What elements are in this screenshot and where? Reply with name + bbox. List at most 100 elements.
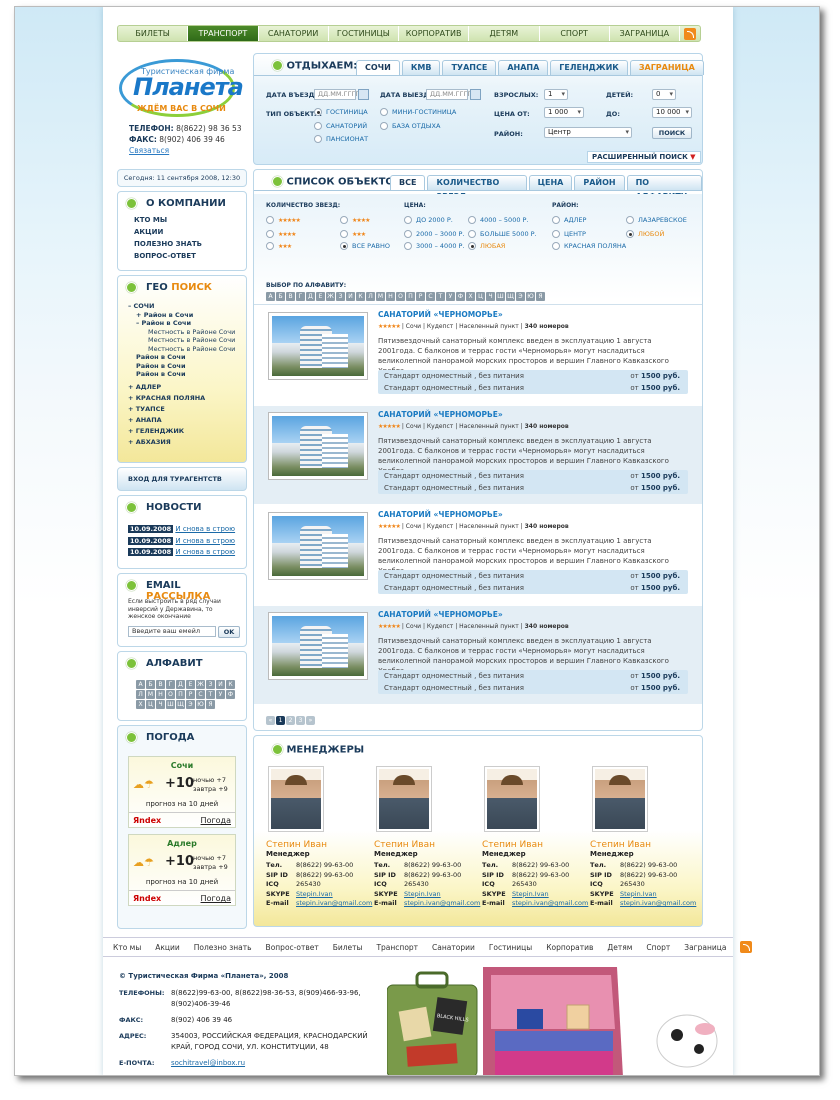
company-menu-item[interactable]: ВОПРОС-ОТВЕТ <box>118 250 246 262</box>
topnav-item[interactable]: БИЛЕТЫ <box>118 26 189 41</box>
news-link[interactable]: И снова в строю <box>175 525 235 533</box>
object-title[interactable]: САНАТОРИЙ «ЧЕРНОМОРЬЕ» <box>378 310 503 319</box>
alphabet-letter[interactable]: С <box>196 690 205 699</box>
rss-icon[interactable] <box>684 28 696 40</box>
destination-tab[interactable]: СОЧИ <box>356 60 400 75</box>
object-photo[interactable] <box>268 312 368 380</box>
price-radio[interactable]: БОЛЬШЕ 5000 Р. <box>468 230 537 238</box>
manager-skype-value[interactable]: Stepin.Ivan <box>512 890 549 900</box>
alpha-filter-letter[interactable]: С <box>426 292 435 301</box>
district-select[interactable]: Центр <box>544 127 632 138</box>
destination-tab[interactable]: ЗАГРАНИЦА <box>629 60 704 75</box>
alpha-filter-letter[interactable]: Л <box>366 292 375 301</box>
alpha-filter-letter[interactable]: П <box>406 292 415 301</box>
alphabet-letter[interactable]: Э <box>186 700 195 709</box>
footer-nav-link[interactable]: Билеты <box>333 943 363 952</box>
alpha-filter-letter[interactable]: Щ <box>506 292 515 301</box>
email-submit-button[interactable]: OK <box>218 626 240 638</box>
logo[interactable]: Туристическая фирма Планета ЖДЁМ ВАС В С… <box>119 59 244 117</box>
alpha-filter-letter[interactable]: Я <box>536 292 545 301</box>
geo-tree-item[interactable]: Местность в Районе Сочи <box>128 336 246 345</box>
date-in-input[interactable]: ДД.ММ.ГГГГ <box>314 89 359 100</box>
weather-link[interactable]: Погода <box>201 816 231 825</box>
price-row[interactable]: Стандарт одноместный , без питания от 150… <box>378 470 688 482</box>
alphabet-letter[interactable]: З <box>206 680 215 689</box>
alphabet-letter[interactable]: Е <box>186 680 195 689</box>
manager-name[interactable]: Степин Иван <box>590 840 690 850</box>
weather-link[interactable]: Погода <box>201 894 231 903</box>
alpha-filter-letter[interactable]: М <box>376 292 385 301</box>
alphabet-letter[interactable]: Ф <box>226 690 235 699</box>
alphabet-letter[interactable]: Ц <box>146 700 155 709</box>
manager-photo[interactable] <box>484 766 540 832</box>
price-radio[interactable]: ЛЮБАЯ <box>468 242 505 250</box>
contact-link[interactable]: Связаться <box>129 146 169 155</box>
manager-photo[interactable] <box>592 766 648 832</box>
footer-nav-link[interactable]: Санатории <box>432 943 475 952</box>
manager-email-link[interactable]: stepin.ivan@gmail.com <box>296 899 372 907</box>
geo-tree-item[interactable]: – Район в Сочи <box>128 319 246 328</box>
alphabet-letter[interactable]: М <box>146 690 155 699</box>
district-radio[interactable]: ЦЕНТР <box>552 230 586 238</box>
date-out-input[interactable]: ДД.ММ.ГГГГ <box>426 89 471 100</box>
district-radio[interactable]: ЛАЗАРЕВСКОЕ <box>626 216 687 224</box>
alphabet-letter[interactable]: Ю <box>196 700 205 709</box>
adults-select[interactable]: 1 <box>544 89 568 100</box>
price-radio[interactable]: ДО 2000 Р. <box>404 216 453 224</box>
alphabet-letter[interactable]: Г <box>166 680 175 689</box>
forecast-link[interactable]: прогноз на 10 дней <box>129 878 235 891</box>
alpha-filter-letter[interactable]: И <box>346 292 355 301</box>
news-link[interactable]: И снова в строю <box>175 537 235 545</box>
company-menu-item[interactable]: КТО МЫ <box>118 214 246 226</box>
company-menu-item[interactable]: АКЦИИ <box>118 226 246 238</box>
price-row[interactable]: Стандарт одноместный , без питания от 150… <box>378 570 688 582</box>
type-radio-mini-hotel[interactable]: МИНИ-ГОСТИНИЦА <box>380 108 456 116</box>
alphabet-letter[interactable]: Б <box>146 680 155 689</box>
alphabet-letter[interactable]: А <box>136 680 145 689</box>
footer-nav-link[interactable]: Заграница <box>684 943 726 952</box>
manager-skype-link[interactable]: Stepin.Ivan <box>512 890 549 898</box>
alphabet-letter[interactable]: Щ <box>176 700 185 709</box>
pager-page[interactable]: 3 <box>296 716 305 725</box>
alphabet-letter[interactable]: Ж <box>196 680 205 689</box>
alpha-filter-letter[interactable]: Э <box>516 292 525 301</box>
alphabet-letter[interactable]: Х <box>136 700 145 709</box>
object-title[interactable]: САНАТОРИЙ «ЧЕРНОМОРЬЕ» <box>378 610 503 619</box>
alpha-filter-letter[interactable]: Г <box>296 292 305 301</box>
stars-radio[interactable]: ★★★ <box>266 242 292 250</box>
stars-radio[interactable]: ★★★★ <box>266 230 296 238</box>
alpha-filter-letter[interactable]: О <box>396 292 405 301</box>
alphabet-letter[interactable]: У <box>216 690 225 699</box>
manager-email-link[interactable]: stepin.ivan@gmail.com <box>620 899 696 907</box>
alphabet-letter[interactable]: В <box>156 680 165 689</box>
geo-city-item[interactable]: + АБХАЗИЯ <box>128 437 246 448</box>
weather-city[interactable]: Сочи <box>129 761 235 770</box>
alphabet-letter[interactable]: Р <box>186 690 195 699</box>
manager-photo[interactable] <box>268 766 324 832</box>
manager-skype-value[interactable]: Stepin.Ivan <box>404 890 441 900</box>
alpha-filter-letter[interactable]: Ф <box>456 292 465 301</box>
weather-city[interactable]: Адлер <box>129 839 235 848</box>
topnav-item[interactable]: ТРАНСПОРТ <box>188 26 259 41</box>
footer-nav-link[interactable]: Гостиницы <box>489 943 532 952</box>
destination-tab[interactable]: ГЕЛЕНДЖИК <box>550 60 628 75</box>
alpha-filter-letter[interactable]: Ж <box>326 292 335 301</box>
type-radio-hotel[interactable]: ГОСТИНИЦА <box>314 108 368 116</box>
alphabet-letter[interactable]: П <box>176 690 185 699</box>
object-photo[interactable] <box>268 512 368 580</box>
alphabet-letter[interactable]: И <box>216 680 225 689</box>
manager-name[interactable]: Степин Иван <box>266 840 366 850</box>
geo-tree-item[interactable]: Район в Сочи <box>128 370 246 379</box>
pager-page[interactable]: 1 <box>276 716 285 725</box>
alpha-filter-letter[interactable]: Е <box>316 292 325 301</box>
object-photo[interactable] <box>268 612 368 680</box>
geo-tree-item[interactable]: + Район в Сочи <box>128 311 246 320</box>
object-photo[interactable] <box>268 412 368 480</box>
manager-email-value[interactable]: stepin.ivan@gmail.com <box>404 899 480 909</box>
alpha-filter-letter[interactable]: Ш <box>496 292 505 301</box>
alphabet-letter[interactable]: Ш <box>166 700 175 709</box>
district-radio[interactable]: АДЛЕР <box>552 216 586 224</box>
manager-skype-value[interactable]: Stepin.Ivan <box>620 890 657 900</box>
children-select[interactable]: 0 <box>652 89 676 100</box>
list-tab[interactable]: КОЛИЧЕСТВО ЗВЕЗД <box>427 175 527 201</box>
